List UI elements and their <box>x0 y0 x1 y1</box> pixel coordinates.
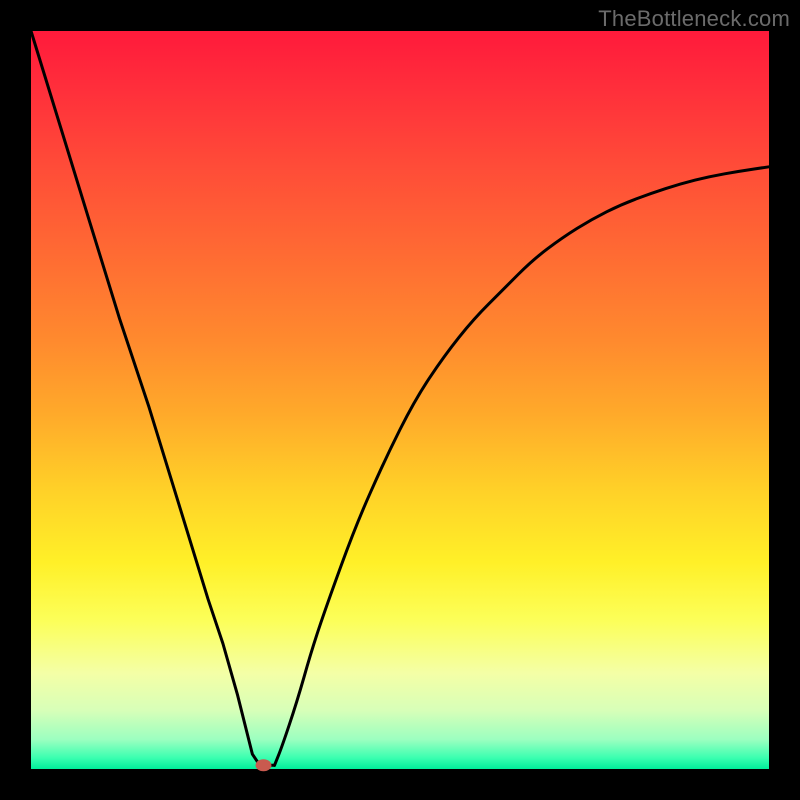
watermark-text: TheBottleneck.com <box>598 6 790 32</box>
curve-svg <box>31 31 769 769</box>
optimal-point-marker <box>256 759 272 771</box>
chart-frame: TheBottleneck.com <box>0 0 800 800</box>
bottleneck-curve <box>31 31 769 765</box>
plot-area <box>31 31 769 769</box>
